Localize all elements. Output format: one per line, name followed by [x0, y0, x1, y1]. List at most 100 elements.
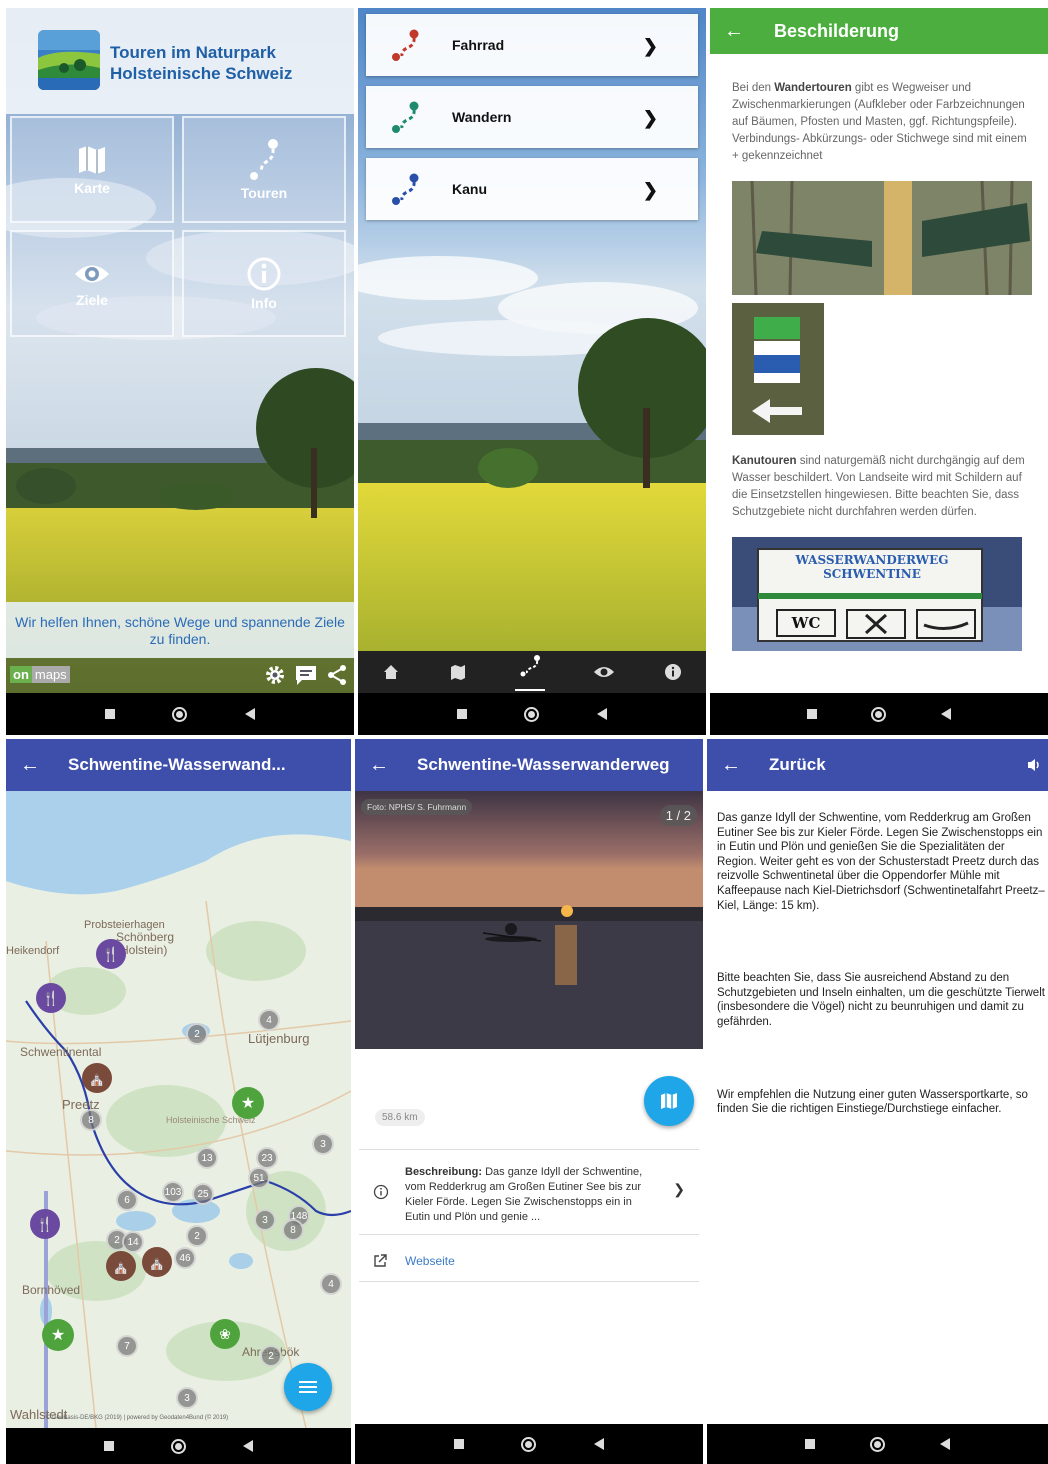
- tour-description-screen: ← Zurück Das ganze Idyll der Schwentine,…: [707, 739, 1048, 1464]
- onmaps-logo[interactable]: on maps: [10, 666, 70, 683]
- back-button[interactable]: [245, 708, 256, 720]
- recents-button[interactable]: [456, 709, 467, 719]
- back-button[interactable]: [940, 1438, 951, 1450]
- home-button[interactable]: [170, 1438, 186, 1454]
- website-link[interactable]: Webseite: [359, 1240, 699, 1282]
- home-icon[interactable]: [382, 663, 400, 681]
- bottom-tab-bar: [358, 651, 706, 693]
- star-poi-icon[interactable]: ★: [232, 1087, 264, 1119]
- tile-touren[interactable]: Touren: [182, 116, 346, 223]
- home-button[interactable]: [172, 706, 188, 722]
- show-on-map-fab[interactable]: [644, 1076, 694, 1126]
- place-label: Schönberg (Holstein): [116, 930, 175, 957]
- back-arrow-icon[interactable]: ←: [20, 754, 46, 777]
- recents-button[interactable]: [104, 1441, 115, 1451]
- map-icon[interactable]: [449, 663, 467, 681]
- tab-touren[interactable]: [514, 654, 545, 691]
- tour-categories-screen: Fahrrad ❯ Wandern ❯ Kanu ❯: [358, 8, 706, 735]
- back-button[interactable]: [242, 1440, 253, 1452]
- para1-pre: Bei den: [732, 82, 775, 94]
- chevron-right-icon: ❯: [642, 108, 658, 128]
- cluster-marker[interactable]: 6: [116, 1189, 138, 1211]
- menu-label-wandern: Wandern: [452, 109, 512, 125]
- cluster-marker[interactable]: 2: [186, 1225, 208, 1247]
- map-view[interactable]: Probsteierhagen Schönberg (Holstein) Hei…: [6, 791, 351, 1428]
- eye-icon: [75, 265, 109, 283]
- castle-poi-icon[interactable]: ⛪: [142, 1247, 172, 1277]
- cluster-marker[interactable]: 2: [260, 1345, 282, 1367]
- cluster-marker[interactable]: 51: [248, 1167, 270, 1189]
- description-card[interactable]: Beschreibung: Das ganze Idyll der Schwen…: [359, 1149, 699, 1235]
- home-button[interactable]: [524, 706, 540, 722]
- screenshot-collage: Touren im Naturpark Holsteinische Schwei…: [0, 0, 1048, 1464]
- home-button[interactable]: [869, 1436, 885, 1452]
- signage-content: Bei den Wandertouren gibt es Wegweiser u…: [710, 54, 1048, 693]
- eye-icon[interactable]: [593, 664, 615, 680]
- restaurant-poi-icon[interactable]: 🍴: [30, 1209, 60, 1239]
- android-nav-bar: [355, 1424, 703, 1464]
- cluster-marker[interactable]: 4: [320, 1273, 342, 1295]
- cluster-marker[interactable]: 2: [186, 1023, 208, 1045]
- info-icon[interactable]: [664, 663, 682, 681]
- map-icon: [661, 1093, 677, 1109]
- nature-poi-icon[interactable]: ❀: [210, 1319, 240, 1349]
- description-label: Beschreibung:: [405, 1166, 483, 1178]
- paragraph-hiking: Bei den Wandertouren gibt es Wegweiser u…: [732, 80, 1028, 165]
- share-icon[interactable]: [326, 664, 348, 686]
- back-button[interactable]: [597, 708, 608, 720]
- app-bar: ← Beschilderung: [710, 8, 1048, 54]
- tour-photo[interactable]: Foto: NPHS/ S. Fuhrmann 1 / 2: [355, 791, 703, 1049]
- castle-poi-icon[interactable]: ⛪: [82, 1063, 112, 1093]
- android-nav-bar: [6, 693, 354, 735]
- restaurant-poi-icon[interactable]: 🍴: [36, 983, 66, 1013]
- tile-label-ziele: Ziele: [76, 292, 108, 308]
- distance-badge: 58.6 km: [375, 1109, 425, 1126]
- feedback-icon[interactable]: [294, 664, 318, 686]
- recents-button[interactable]: [453, 1439, 464, 1449]
- cluster-marker[interactable]: 46: [174, 1247, 196, 1269]
- cluster-marker[interactable]: 3: [312, 1133, 334, 1155]
- menu-item-wandern[interactable]: Wandern ❯: [366, 86, 698, 148]
- cluster-marker[interactable]: 8: [80, 1109, 102, 1131]
- gear-icon[interactable]: [264, 664, 286, 686]
- page-title: Beschilderung: [774, 20, 900, 41]
- back-arrow-icon[interactable]: ←: [721, 754, 747, 777]
- menu-label-fahrrad: Fahrrad: [452, 37, 505, 53]
- cluster-marker[interactable]: 8: [282, 1219, 304, 1241]
- back-button[interactable]: [940, 708, 951, 720]
- cluster-marker[interactable]: 13: [196, 1147, 218, 1169]
- recents-button[interactable]: [807, 709, 818, 719]
- cluster-marker[interactable]: 3: [254, 1209, 276, 1231]
- back-arrow-icon[interactable]: ←: [724, 20, 754, 43]
- speaker-icon[interactable]: [1026, 757, 1042, 773]
- cluster-marker[interactable]: 3: [176, 1387, 198, 1409]
- tile-info[interactable]: Info: [182, 230, 346, 337]
- tile-ziele[interactable]: Ziele: [10, 230, 174, 337]
- app-bar: ← Schwentine-Wasserwand...: [6, 739, 351, 791]
- back-arrow-icon[interactable]: ←: [369, 754, 395, 777]
- menu-item-fahrrad[interactable]: Fahrrad ❯: [366, 14, 698, 76]
- cluster-marker[interactable]: 4: [258, 1009, 280, 1031]
- layers-fab-button[interactable]: [284, 1363, 332, 1411]
- trail-marker-photo: [732, 303, 824, 435]
- signpost-photo: [732, 181, 1032, 295]
- cluster-marker[interactable]: 23: [256, 1147, 278, 1169]
- recents-button[interactable]: [804, 1439, 815, 1449]
- castle-poi-icon[interactable]: ⛪: [106, 1251, 136, 1281]
- tile-karte[interactable]: Karte: [10, 116, 174, 223]
- cluster-marker[interactable]: 103: [162, 1181, 184, 1203]
- restaurant-poi-icon[interactable]: 🍴: [96, 939, 126, 969]
- android-nav-bar: [710, 693, 1048, 735]
- sign-text-line1: WASSERWANDERWEG: [795, 553, 949, 567]
- footer-actions: [264, 664, 348, 686]
- home-screen: Touren im Naturpark Holsteinische Schwei…: [6, 8, 354, 735]
- home-button[interactable]: [871, 706, 887, 722]
- cluster-marker[interactable]: 7: [116, 1335, 138, 1357]
- home-button[interactable]: [521, 1436, 537, 1452]
- cluster-marker[interactable]: 25: [192, 1183, 214, 1205]
- recents-button[interactable]: [104, 709, 115, 719]
- star-poi-icon[interactable]: ★: [42, 1319, 74, 1351]
- cluster-marker[interactable]: 14: [122, 1231, 144, 1253]
- back-button[interactable]: [594, 1438, 605, 1450]
- menu-item-kanu[interactable]: Kanu ❯: [366, 158, 698, 220]
